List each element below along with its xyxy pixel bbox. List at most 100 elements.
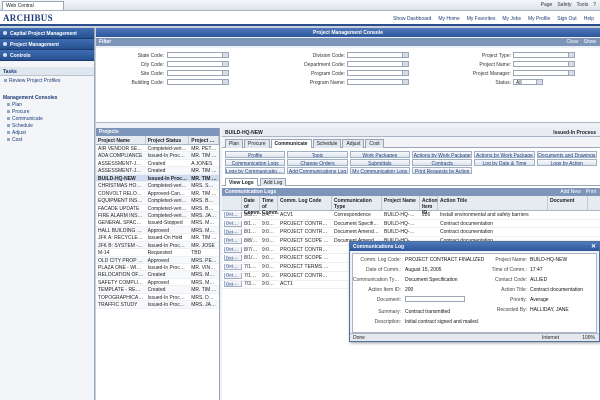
log-column-header[interactable]: Communication Type [332,196,382,210]
nav-role-controls[interactable]: Controls [0,50,94,61]
show-button[interactable]: Show [583,39,596,45]
nav-role-capital-project-management[interactable]: Capital Project Management [0,28,94,39]
details-button[interactable]: Details [222,237,242,244]
document-field[interactable] [405,296,465,302]
log-row[interactable]: Details8/15/20059:00 PMPROJECT CONTRACT … [222,220,600,229]
department-code-field[interactable] [347,61,409,67]
add-new-button[interactable]: Add New [560,189,580,195]
my-profile-link[interactable]: My Profile [528,16,550,22]
tab-adjust[interactable]: Adjust [342,139,365,148]
close-icon[interactable]: ✕ [591,243,596,250]
tab-communicate[interactable]: Communicate [270,139,312,148]
project-row[interactable]: GENERAL SPACE MAINTENANCEIssued-Stopped M… [96,219,219,227]
clear-button[interactable]: Clear [567,39,579,45]
status-select[interactable]: All [513,79,543,86]
log-column-header[interactable]: Action Title [438,196,548,210]
action-button[interactable]: Logs by Action [536,159,597,166]
action-button[interactable]: Actions by Work Package [474,151,535,158]
details-button[interactable]: Details [222,211,242,218]
log-column-header[interactable]: Comm. Log Code [278,196,332,210]
help-link[interactable]: Help [584,16,594,22]
tab-view-logs[interactable]: View Logs [225,178,258,186]
log-column-header[interactable]: Project Name [382,196,420,210]
tools-menu[interactable]: Tools [577,2,589,8]
project-row[interactable]: PLAZA ONE - WINDOW REPLACEMENTIssued-In … [96,264,219,272]
project-row[interactable]: HALL BUILDING CARPET CLEANINGApproved MRS… [96,226,219,235]
tab-procure[interactable]: Procure [244,139,270,148]
project-row[interactable]: BUILD-HQ-NEW Issued-In Process MR. TIM TA [96,174,219,183]
project-row[interactable]: OLD CITY PROP - ROOF REPAIRApproved MRS. … [96,256,219,264]
tab-schedule[interactable]: Schedule [312,139,342,148]
details-button[interactable]: Details [222,229,242,236]
safety-menu[interactable]: Safety [557,2,571,8]
state-code-field[interactable] [167,52,229,58]
nav-role-project-management[interactable]: Project Management [0,39,94,50]
nav-console-communicate[interactable]: Communicate [0,116,94,123]
project-row[interactable]: TRAFFIC STUDY Issued-In Process MRS. JANE [96,301,219,309]
column-project-status[interactable]: Project Status [146,136,190,144]
show-dashboard-link[interactable]: Show Dashboard [393,16,431,22]
tab-plan[interactable]: Plan [225,139,244,148]
help-icon[interactable]: ? [593,2,596,8]
details-button[interactable]: Details [222,281,242,288]
project-row[interactable]: ASSESSMENT-JFK-A-2006-OP9Created MR. TIM … [96,167,219,175]
browser-tab[interactable]: Web Central [2,1,64,10]
action-button[interactable]: Add Communications Log [287,167,348,174]
program-name-field[interactable] [347,79,409,85]
details-button[interactable]: Details [222,246,242,253]
nav-task-review-project-profiles[interactable]: Review Project Profiles [0,78,94,85]
action-button[interactable]: Actions by Work Package [411,151,473,158]
project-row[interactable]: M-14 Requested TBD [96,249,219,257]
log-column-header[interactable]: Document [548,196,588,210]
action-button[interactable]: Work Packages [349,151,410,158]
project-row[interactable]: TEMPLATE - RENOVATIONCreated MR. TIM TA [96,286,219,294]
project-row[interactable]: EQUIPMENT INSURANCE POLICIESCompleted-ve… [96,197,219,205]
project-row[interactable]: AIR VENDOR SELECTIONCompleted-verifiedMR… [96,145,219,153]
action-button[interactable]: Print Requests by Action [411,167,473,174]
action-button[interactable]: Profile [225,151,286,158]
log-column-header[interactable]: Date of Comm. [242,196,261,216]
my-jobs-link[interactable]: My Jobs [502,16,521,22]
sign-out-link[interactable]: Sign Out [557,16,576,22]
action-button[interactable]: My Communication Logs [349,167,410,174]
project-row[interactable]: RELOCATION OF HQ Created MRS. MARG [96,271,219,279]
action-button[interactable]: Documents and Drawings [536,151,597,158]
project-row[interactable]: CHRISTMAS HOLIDAY PREPCompleted-verified… [96,182,219,190]
nav-console-adjust[interactable]: Adjust [0,130,94,137]
division-code-field[interactable] [347,52,409,58]
action-button[interactable]: Log by Date & Time [474,159,535,166]
log-column-header[interactable] [222,196,242,210]
project-row[interactable]: CONVOLT RELOCATIONApproved-CancelledMR. … [96,190,219,198]
details-button[interactable]: Details [222,255,242,262]
log-row[interactable]: Details9/5/20058:40 PMACV1 Correspondence… [222,211,600,220]
print-button[interactable]: Print [586,189,596,195]
action-button[interactable]: Change Orders [287,159,348,166]
nav-console-procure[interactable]: Procure [0,109,94,116]
project-row[interactable]: ADA COMPLIANCE Issued-In Process MR. TIM T… [96,152,219,160]
log-row[interactable]: Details8/14/20059:00 PMPROJECT CONTRACT … [222,228,600,238]
program-code-field[interactable] [347,70,409,76]
city-code-field[interactable] [167,61,229,67]
my-home-link[interactable]: My Home [438,16,459,22]
action-button[interactable]: Communication Logs [225,159,286,166]
project-row[interactable]: TOPOGRAPHICAL MAPSIssued-In ProcessMRS. … [96,294,219,302]
tab-cost[interactable]: Cost [365,139,384,148]
log-column-header[interactable]: Action Item ID [420,196,438,216]
project-row[interactable]: JFK B: SYSTEM - TENANT FIT-OUTIssued-In … [96,241,219,250]
building-code-field[interactable] [167,79,229,85]
details-button[interactable]: Details [222,220,242,227]
details-button[interactable]: Details [222,263,242,270]
project-name-field[interactable] [513,61,575,67]
details-button[interactable]: Details [222,272,242,279]
project-row[interactable]: ASSESSMENT-JFK-A-2005-0P9Created A JONES [96,160,219,168]
project-row[interactable]: JFK A: RECYCLE - RENOVATIONIssued-On Hol… [96,234,219,242]
project-row[interactable]: FIRE ALARM INSTALL Completed-verified MRS.… [96,211,219,220]
action-button[interactable]: Contracts [411,159,473,166]
nav-console-schedule[interactable]: Schedule [0,123,94,130]
project-row[interactable]: FACADE UPDATE Completed-verifiedMRS. BROW… [96,205,219,212]
zoom-level[interactable]: 100% [582,335,595,341]
action-button[interactable]: Submittals [349,159,410,166]
tab-add-log[interactable]: Add Log [259,178,287,186]
action-button[interactable]: Topic [287,151,348,158]
site-code-field[interactable] [167,70,229,76]
